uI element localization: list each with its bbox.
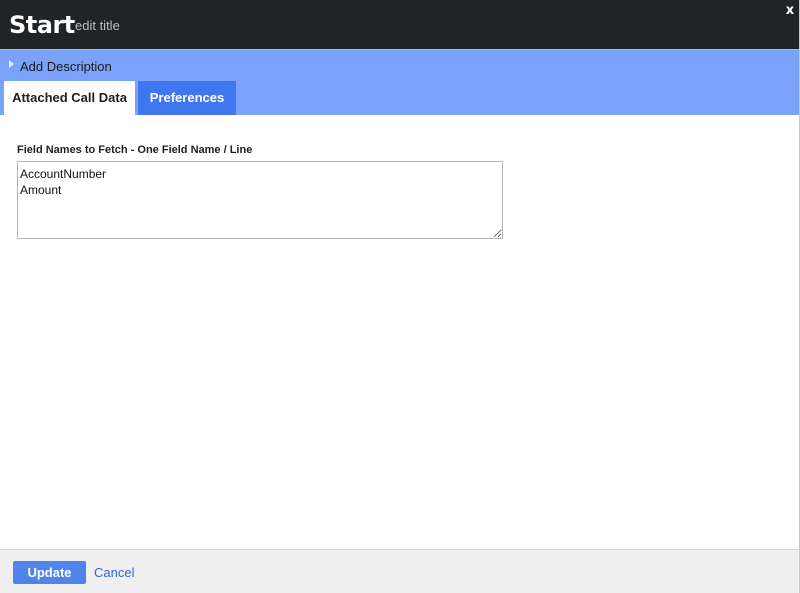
caret-right-icon bbox=[9, 60, 14, 68]
tab-preferences[interactable]: Preferences bbox=[138, 81, 236, 115]
footer: Update Cancel bbox=[0, 549, 799, 593]
close-button[interactable]: x bbox=[782, 3, 798, 19]
edit-title-link[interactable]: edit title bbox=[75, 18, 120, 34]
title-bar: Start edit title x bbox=[0, 0, 799, 49]
add-description-label: Add Description bbox=[20, 59, 112, 74]
add-description-toggle[interactable]: Add Description bbox=[0, 49, 799, 78]
cancel-link[interactable]: Cancel bbox=[94, 565, 134, 581]
tab-attached-call-data[interactable]: Attached Call Data bbox=[4, 81, 135, 115]
field-names-label: Field Names to Fetch - One Field Name / … bbox=[17, 144, 253, 156]
header-band: Add Description Attached Call Data Prefe… bbox=[0, 49, 799, 115]
close-icon: x bbox=[785, 3, 795, 18]
field-names-textarea[interactable] bbox=[17, 161, 503, 239]
update-button[interactable]: Update bbox=[13, 561, 86, 584]
dialog: Start edit title x Add Description Attac… bbox=[0, 0, 800, 593]
dialog-title: Start bbox=[9, 11, 75, 39]
